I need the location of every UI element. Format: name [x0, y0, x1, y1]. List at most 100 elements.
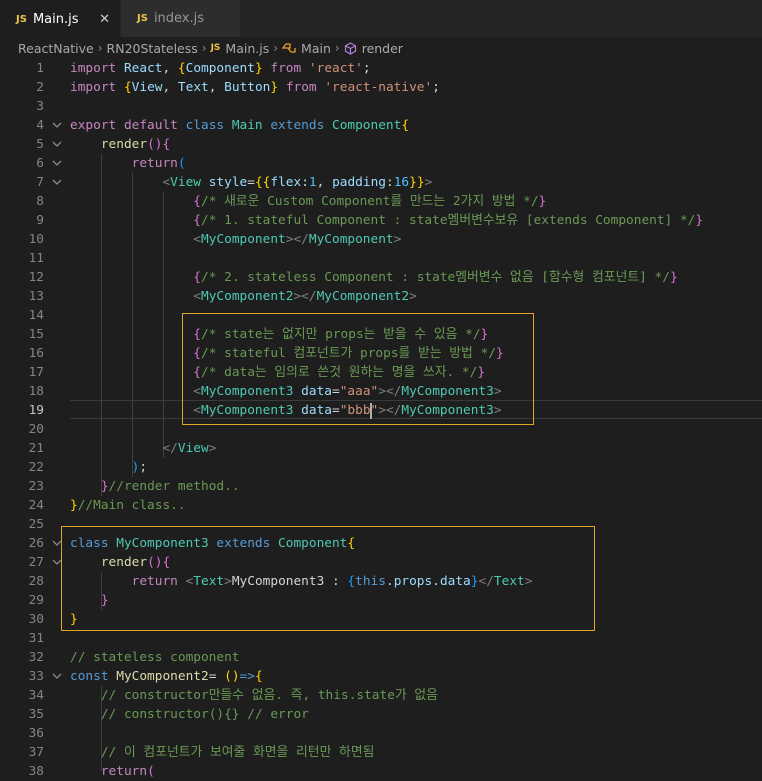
- code-line[interactable]: 14: [0, 306, 762, 325]
- code-line[interactable]: 3: [0, 97, 762, 116]
- line-number: 28: [28, 574, 44, 589]
- code-line[interactable]: 38 return(: [0, 762, 762, 781]
- code-line[interactable]: 16 {/* stateful 컴포넌트가 props를 받는 방법 */}: [0, 344, 762, 363]
- code-text: // constructor(){} // error: [100, 707, 309, 722]
- javascript-file-icon: JS: [210, 43, 221, 53]
- close-icon[interactable]: ✕: [99, 12, 110, 27]
- code-text: }//render method..: [100, 479, 240, 494]
- chevron-right-icon: ›: [201, 41, 207, 55]
- line-number: 25: [28, 517, 44, 532]
- code-line[interactable]: 30}: [0, 610, 762, 629]
- line-number: 11: [28, 251, 44, 266]
- line-number: 10: [28, 232, 44, 247]
- code-line[interactable]: 15 {/* state는 없지만 props는 받을 수 있음 */}: [0, 325, 762, 344]
- fold-chevron-icon[interactable]: [50, 116, 64, 135]
- breadcrumb-item-method[interactable]: render: [362, 41, 403, 56]
- chevron-right-icon: ›: [273, 41, 279, 55]
- class-symbol-icon: [282, 42, 296, 54]
- code-text: <MyComponent3 data="bbb"></MyComponent3>: [193, 402, 502, 419]
- code-line[interactable]: 4 export default class Main extends Compo…: [0, 116, 762, 135]
- code-line[interactable]: 20: [0, 420, 762, 439]
- code-text: // constructor만들수 없음. 즉, this.state가 없음: [100, 688, 438, 703]
- line-number: 32: [28, 650, 44, 665]
- code-line[interactable]: 21 </View>: [0, 439, 762, 458]
- fold-chevron-icon[interactable]: [50, 534, 64, 553]
- breadcrumb-item-class[interactable]: Main: [301, 41, 331, 56]
- breadcrumb-item-file[interactable]: Main.js: [225, 41, 269, 56]
- code-editor[interactable]: 1 import React, {Component} from 'react';…: [0, 59, 762, 779]
- tab-label: index.js: [153, 11, 205, 26]
- line-number: 15: [28, 327, 44, 342]
- code-text: // stateless component: [70, 650, 240, 665]
- code-text: // 이 컴포넌트가 보여줄 화면을 리턴만 하면됨: [100, 745, 375, 760]
- fold-chevron-icon[interactable]: [50, 667, 64, 686]
- line-number: 36: [28, 726, 44, 741]
- code-line[interactable]: 33 const MyComponent2= ()=>{: [0, 667, 762, 686]
- line-number: 31: [28, 631, 44, 646]
- code-line[interactable]: 9 {/* 1. stateful Component : state멤버변수보…: [0, 211, 762, 230]
- fold-chevron-icon[interactable]: [50, 154, 64, 173]
- code-line[interactable]: 7 <View style={{flex:1, padding:16}}>: [0, 173, 762, 192]
- code-text: return(: [100, 764, 155, 779]
- code-text: render(){: [100, 555, 171, 570]
- line-number: 30: [28, 612, 44, 627]
- code-text: <MyComponent2></MyComponent2>: [193, 289, 417, 304]
- code-line[interactable]: 25: [0, 515, 762, 534]
- fold-chevron-icon[interactable]: [50, 173, 64, 192]
- code-line[interactable]: 22 );: [0, 458, 762, 477]
- method-symbol-icon: [344, 41, 357, 55]
- code-text: {/* 1. stateful Component : state멤버변수보유 …: [193, 213, 704, 228]
- code-line[interactable]: 17 {/* data는 임의로 쓴것 원하는 명을 쓰자. */}: [0, 363, 762, 382]
- code-text: {/* 새로운 Custom Component를 만드는 2가지 방법 */}: [193, 194, 547, 209]
- code-line[interactable]: 32 // stateless component: [0, 648, 762, 667]
- code-line[interactable]: 28 return <Text>MyComponent3 : {this.pro…: [0, 572, 762, 591]
- code-line[interactable]: 12 {/* 2. stateless Component : state멤버변…: [0, 268, 762, 287]
- code-line[interactable]: 34 // constructor만들수 없음. 즉, this.state가 …: [0, 686, 762, 705]
- code-text: import {View, Text, Button} from 'react-…: [70, 80, 440, 95]
- code-line[interactable]: 36: [0, 724, 762, 743]
- line-number: 19: [28, 403, 44, 418]
- line-number: 13: [28, 289, 44, 304]
- code-line[interactable]: 1 import React, {Component} from 'react';: [0, 59, 762, 78]
- code-line[interactable]: 13 <MyComponent2></MyComponent2>: [0, 287, 762, 306]
- breadcrumb-item-folder[interactable]: RN20Stateless: [107, 41, 198, 56]
- code-line[interactable]: 5 render(){: [0, 135, 762, 154]
- tab-main-js[interactable]: JS Main.js ✕: [0, 0, 120, 37]
- code-text: }: [70, 612, 78, 627]
- line-number: 35: [28, 707, 44, 722]
- code-text: <View style={{flex:1, padding:16}}>: [162, 175, 433, 190]
- code-text: }: [100, 593, 109, 608]
- line-number: 29: [28, 593, 44, 608]
- code-line[interactable]: 23 }//render method..: [0, 477, 762, 496]
- breadcrumb-item-folder[interactable]: ReactNative: [18, 41, 94, 56]
- fold-chevron-icon[interactable]: [50, 135, 64, 154]
- code-line[interactable]: 11: [0, 249, 762, 268]
- code-line[interactable]: 19 <MyComponent3 data="bbb"></MyComponen…: [0, 401, 762, 420]
- code-line[interactable]: 10 <MyComponent></MyComponent>: [0, 230, 762, 249]
- breadcrumb: ReactNative › RN20Stateless › JS Main.js…: [0, 37, 762, 59]
- line-number: 9: [36, 213, 44, 228]
- tab-index-js[interactable]: JS index.js: [120, 0, 240, 37]
- code-line[interactable]: 35 // constructor(){} // error: [0, 705, 762, 724]
- line-number: 6: [36, 156, 44, 171]
- line-number: 8: [36, 194, 44, 209]
- code-line[interactable]: 18 <MyComponent3 data="aaa"></MyComponen…: [0, 382, 762, 401]
- code-line[interactable]: 37 // 이 컴포넌트가 보여줄 화면을 리턴만 하면됨: [0, 743, 762, 762]
- code-line[interactable]: 6 return(: [0, 154, 762, 173]
- code-line[interactable]: 27 render(){: [0, 553, 762, 572]
- line-number: 33: [28, 669, 44, 684]
- code-line[interactable]: 2 import {View, Text, Button} from 'react…: [0, 78, 762, 97]
- javascript-file-icon: JS: [137, 13, 148, 24]
- line-number: 7: [36, 175, 44, 190]
- code-line[interactable]: 26 class MyComponent3 extends Component{: [0, 534, 762, 553]
- line-number: 4: [36, 118, 44, 133]
- code-line[interactable]: 31: [0, 629, 762, 648]
- code-line[interactable]: 29 }: [0, 591, 762, 610]
- code-text: render(){: [100, 137, 171, 152]
- code-line[interactable]: 24}//Main class..: [0, 496, 762, 515]
- line-number: 16: [28, 346, 44, 361]
- fold-chevron-icon[interactable]: [50, 553, 64, 572]
- code-line[interactable]: 8 {/* 새로운 Custom Component를 만드는 2가지 방법 *…: [0, 192, 762, 211]
- line-number: 37: [28, 745, 44, 760]
- code-text: {/* stateful 컴포넌트가 props를 받는 방법 */}: [193, 346, 504, 361]
